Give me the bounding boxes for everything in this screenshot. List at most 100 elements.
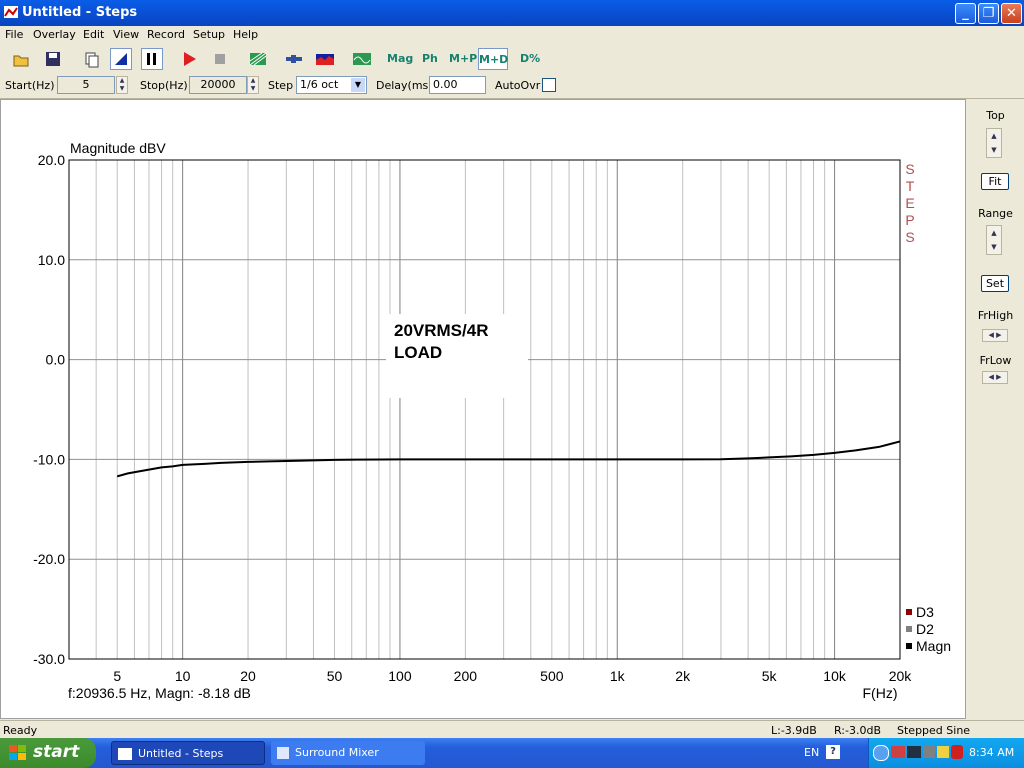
menu-overlay[interactable]: Overlay	[33, 28, 76, 41]
waveform-icon[interactable]	[351, 48, 373, 70]
autoovr-label: AutoOvr	[495, 79, 541, 92]
system-tray: 8:34 AM	[868, 738, 1024, 768]
cursor-readout: f:20936.5 Hz, Magn: -8.18 dB	[68, 685, 251, 701]
start-spinner[interactable]: ▲ ▼	[116, 76, 128, 94]
close-button[interactable]: ✕	[1001, 3, 1022, 24]
tray-app-icon[interactable]	[891, 746, 905, 758]
legend-swatch	[906, 626, 912, 632]
grid-pattern-icon[interactable]	[247, 48, 269, 70]
set-button[interactable]: Set	[981, 275, 1009, 292]
restore-button[interactable]: ❐	[978, 3, 999, 24]
x-tick-label: 50	[327, 668, 343, 684]
x-tick-label: 5k	[762, 668, 778, 684]
status-left-level: L:-3.9dB	[771, 724, 817, 737]
title-bar: Untitled - Steps _ ❐ ✕	[0, 0, 1024, 26]
stop-input[interactable]: 20000	[189, 76, 247, 94]
mag-phase-button[interactable]: M+P	[449, 52, 477, 65]
help-icon[interactable]: ?	[826, 745, 840, 759]
menu-bar: File Overlay Edit View Record Setup Help	[0, 26, 1024, 45]
watermark-letter: S	[905, 161, 914, 177]
annotation-text: LOAD	[394, 343, 442, 362]
tray-speaker-icon[interactable]	[937, 746, 949, 758]
tray-expand-icon[interactable]	[873, 745, 889, 761]
menu-help[interactable]: Help	[233, 28, 258, 41]
frlow-label: FrLow	[979, 354, 1012, 367]
sweep-mode-icon[interactable]	[110, 48, 132, 70]
x-tick-label: 1k	[610, 668, 626, 684]
top-spinner[interactable]: ▲ ▼	[986, 128, 1002, 158]
x-tick-label: 10k	[823, 668, 847, 684]
legend-label: D2	[916, 621, 934, 637]
step-select-value: 1/6 oct	[300, 78, 339, 91]
task-steps[interactable]: Untitled - Steps	[111, 741, 265, 765]
legend-label: D3	[916, 604, 934, 620]
watermark-letter: T	[906, 178, 915, 194]
y-tick-label: 0.0	[46, 352, 66, 368]
frlow-spinner[interactable]: ◀ ▶	[982, 371, 1008, 384]
start-label: Start(Hz)	[5, 79, 55, 92]
clock: 8:34 AM	[969, 746, 1015, 759]
start-button[interactable]: start	[0, 738, 96, 768]
menu-file[interactable]: File	[5, 28, 23, 41]
mixer-app-icon	[277, 747, 289, 759]
y-tick-label: -20.0	[33, 551, 65, 567]
task-steps-label: Untitled - Steps	[138, 747, 224, 760]
scale-panel: Top ▲ ▼ Fit Range ▲ ▼ Set FrHigh ◀ ▶ FrLow…	[967, 99, 1024, 719]
task-mixer-label: Surround Mixer	[295, 746, 379, 759]
range-spinner[interactable]: ▲ ▼	[986, 225, 1002, 255]
y-tick-label: 10.0	[38, 252, 65, 268]
legend-label: Magn	[916, 638, 951, 654]
mag-button[interactable]: Mag	[387, 52, 413, 65]
x-tick-label: 500	[540, 668, 564, 684]
stop-label: Stop(Hz)	[140, 79, 188, 92]
x-tick-label: 10	[175, 668, 191, 684]
start-input[interactable]: 5	[57, 76, 115, 94]
tray-monitor-icon[interactable]	[907, 746, 921, 758]
app-icon	[4, 6, 18, 18]
x-tick-label: 20k	[889, 668, 913, 684]
y-tick-label: -10.0	[33, 451, 65, 467]
step-select[interactable]: 1/6 oct ▼	[296, 76, 367, 94]
plot-panel: 20.0 10.0 0.0 -10.0 -20.0 -30.0 5 10 20 50 100 200 5…	[0, 99, 966, 719]
menu-setup[interactable]: Setup	[193, 28, 225, 41]
language-indicator[interactable]: EN	[804, 746, 819, 759]
taskbar: start Untitled - Steps Surround Mixer EN…	[0, 738, 1024, 768]
chevron-down-icon[interactable]: ▼	[351, 78, 365, 92]
menu-edit[interactable]: Edit	[83, 28, 104, 41]
x-axis-label: F(Hz)	[863, 685, 898, 701]
delay-input[interactable]: 0.00	[429, 76, 486, 94]
step-label: Step	[268, 79, 294, 92]
stop-icon[interactable]	[209, 48, 231, 70]
menu-record[interactable]: Record	[147, 28, 185, 41]
record-play-icon[interactable]	[178, 48, 200, 70]
fit-button[interactable]: Fit	[981, 173, 1009, 190]
x-tick-label: 2k	[675, 668, 691, 684]
x-tick-label: 100	[388, 668, 412, 684]
distortion-percent-button[interactable]: D%	[520, 52, 540, 65]
pause-icon[interactable]	[141, 48, 163, 70]
phase-button[interactable]: Ph	[422, 52, 438, 65]
stop-spinner[interactable]: ▲ ▼	[247, 76, 259, 94]
magnitude-chart: 20.0 10.0 0.0 -10.0 -20.0 -30.0 5 10 20 50 100 200 5…	[33, 140, 951, 701]
toolbar: Mag Ph M+P M+D D%	[0, 45, 1024, 73]
autoovr-checkbox[interactable]	[542, 78, 556, 92]
plot-frame	[68, 159, 901, 660]
task-surround-mixer[interactable]: Surround Mixer	[271, 741, 425, 765]
minimize-button[interactable]: _	[955, 3, 976, 24]
spectrum-icon[interactable]	[314, 48, 336, 70]
menu-view[interactable]: View	[113, 28, 139, 41]
frhigh-spinner[interactable]: ◀ ▶	[982, 329, 1008, 342]
status-right-level: R:-3.0dB	[834, 724, 882, 737]
save-icon[interactable]	[42, 48, 64, 70]
mag-distortion-button[interactable]: M+D	[478, 48, 508, 70]
open-folder-icon[interactable]	[10, 48, 32, 70]
probe-icon[interactable]	[283, 48, 305, 70]
start-label: start	[33, 742, 80, 762]
watermark-letter: E	[905, 195, 914, 211]
x-tick-label: 20	[240, 668, 256, 684]
copy-icon[interactable]	[80, 48, 102, 70]
watermark-letter: P	[905, 212, 914, 228]
tray-shield-icon[interactable]	[951, 745, 963, 759]
watermark-letter: S	[905, 229, 914, 245]
tray-network-icon[interactable]	[923, 746, 935, 758]
